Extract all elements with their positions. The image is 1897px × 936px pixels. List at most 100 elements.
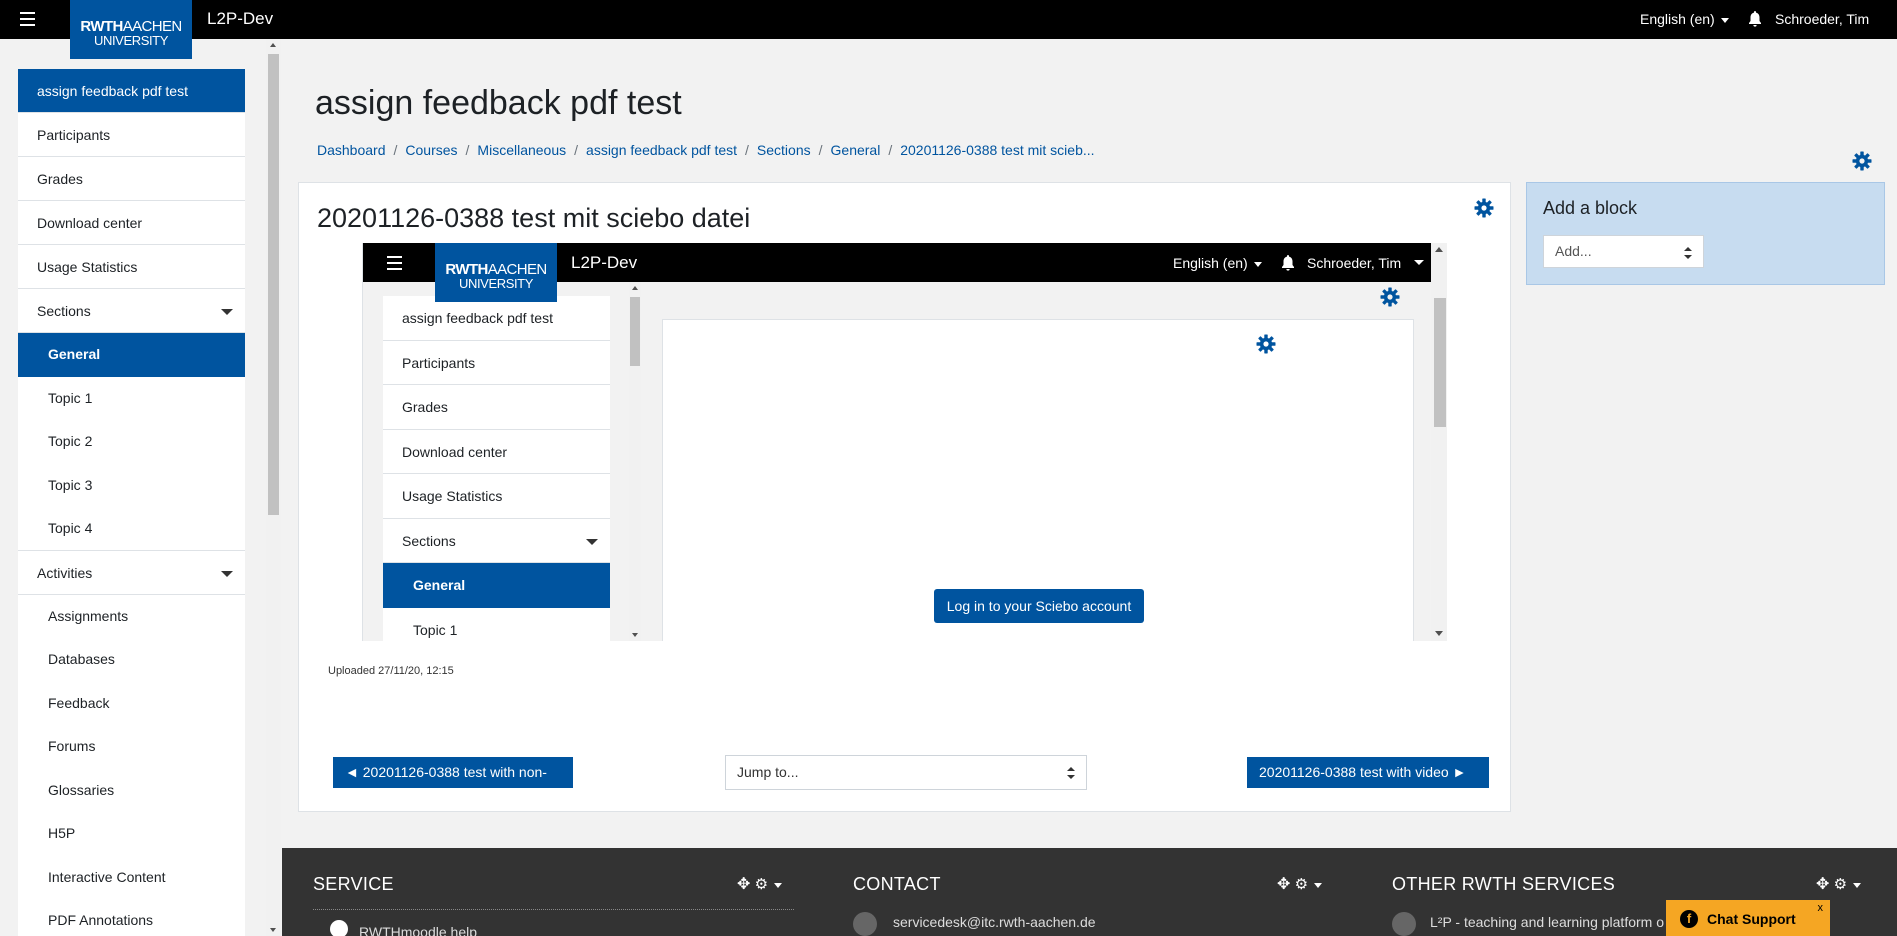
embed-language-menu[interactable]: English (en) bbox=[1173, 255, 1262, 271]
embed-drawer-sections-toggle[interactable]: Sections bbox=[383, 518, 610, 563]
move-icon[interactable]: ✥ bbox=[1277, 876, 1290, 893]
chevron-down-icon[interactable] bbox=[1853, 882, 1862, 888]
embed-drawer-section-topic-1[interactable]: Topic 1 bbox=[383, 607, 610, 641]
close-icon[interactable]: x bbox=[1818, 902, 1824, 914]
resource-card: 20201126-0388 test mit sciebo datei L2P-… bbox=[298, 182, 1511, 812]
embed-drawer-grades[interactable]: Grades bbox=[383, 385, 610, 430]
gear-icon[interactable] bbox=[1474, 198, 1494, 218]
embed-drawer-usage-statistics[interactable]: Usage Statistics bbox=[383, 474, 610, 519]
chevron-down-icon bbox=[1720, 17, 1729, 23]
breadcrumb-sections[interactable]: Sections bbox=[757, 142, 811, 158]
drawer-activity-assignments[interactable]: Assignments bbox=[18, 594, 245, 638]
upload-timestamp: Uploaded 27/11/20, 12:15 bbox=[328, 665, 454, 677]
add-block-title: Add a block bbox=[1543, 198, 1638, 218]
footer-help-link[interactable]: RWTHmoodle help bbox=[359, 924, 477, 936]
menu-icon[interactable] bbox=[387, 256, 402, 270]
drawer-activity-interactive-content[interactable]: Interactive Content bbox=[18, 855, 245, 899]
scroll-down-arrow-icon[interactable] bbox=[632, 633, 638, 637]
footer-contact-title: CONTACT bbox=[853, 874, 941, 894]
nav-drawer: assign feedback pdf test Participants Gr… bbox=[0, 39, 282, 936]
drawer-item-grades[interactable]: Grades bbox=[18, 157, 245, 201]
move-icon[interactable]: ✥ bbox=[737, 876, 750, 893]
triangle-down-icon bbox=[221, 309, 233, 315]
chevron-down-icon[interactable] bbox=[1314, 882, 1323, 888]
drawer-section-topic-4[interactable]: Topic 4 bbox=[18, 507, 245, 551]
footer-other-title: OTHER RWTH SERVICES bbox=[1392, 874, 1616, 894]
facebook-icon: f bbox=[1680, 910, 1698, 928]
drawer-section-topic-1[interactable]: Topic 1 bbox=[18, 376, 245, 420]
drawer-activity-glossaries[interactable]: Glossaries bbox=[18, 768, 245, 812]
breadcrumb-dashboard[interactable]: Dashboard bbox=[317, 142, 386, 158]
gear-icon[interactable] bbox=[1380, 287, 1400, 307]
site-name[interactable]: L2P-Dev bbox=[207, 9, 273, 29]
breadcrumb-courses[interactable]: Courses bbox=[405, 142, 457, 158]
drawer-activity-h5p[interactable]: H5P bbox=[18, 812, 245, 856]
drawer-section-topic-2[interactable]: Topic 2 bbox=[18, 420, 245, 464]
gear-icon[interactable] bbox=[1852, 151, 1872, 171]
chat-support-widget[interactable]: f Chat Support x bbox=[1666, 900, 1830, 936]
gear-icon[interactable]: ⚙ bbox=[1295, 876, 1308, 893]
embed-drawer-list: assign feedback pdf test Participants Gr… bbox=[383, 296, 610, 641]
gear-icon[interactable]: ⚙ bbox=[755, 876, 768, 893]
drawer-item-usage-statistics[interactable]: Usage Statistics bbox=[18, 245, 245, 289]
breadcrumb-course[interactable]: assign feedback pdf test bbox=[586, 142, 737, 158]
scrollbar-thumb[interactable] bbox=[1434, 298, 1446, 427]
scrollbar-thumb[interactable] bbox=[630, 297, 640, 366]
chevron-down-icon[interactable] bbox=[774, 882, 783, 888]
rwth-logo[interactable]: RWTHAACHEN UNIVERSITY bbox=[435, 243, 557, 302]
drawer-scrollbar[interactable] bbox=[266, 39, 281, 936]
resource-title: 20201126-0388 test mit sciebo datei bbox=[317, 203, 751, 233]
footer-block-tools[interactable]: ✥ ⚙ bbox=[1277, 874, 1323, 894]
footer-contact-email[interactable]: servicedesk@itc.rwth-aachen.de bbox=[893, 914, 1096, 930]
drawer-list: assign feedback pdf test Participants Gr… bbox=[18, 69, 245, 936]
drawer-activity-databases[interactable]: Databases bbox=[18, 638, 245, 682]
drawer-item-participants[interactable]: Participants bbox=[18, 113, 245, 157]
scroll-down-arrow-icon[interactable] bbox=[270, 928, 276, 932]
scroll-up-arrow-icon[interactable] bbox=[270, 43, 276, 47]
embed-user-menu[interactable]: Schroeder, Tim bbox=[1307, 255, 1401, 271]
footer-block-tools[interactable]: ✥ ⚙ bbox=[737, 874, 783, 894]
add-block-select[interactable]: Add... bbox=[1543, 235, 1704, 268]
drawer-item-download-center[interactable]: Download center bbox=[18, 201, 245, 245]
embed-drawer-section-general[interactable]: General bbox=[383, 563, 610, 608]
previous-activity-button[interactable]: ◄ 20201126-0388 test with non-pdf bbox=[333, 757, 573, 811]
language-menu[interactable]: English (en) bbox=[1640, 11, 1729, 27]
drawer-section-topic-3[interactable]: Topic 3 bbox=[18, 463, 245, 507]
drawer-activity-forums[interactable]: Forums bbox=[18, 725, 245, 769]
footer-block-tools[interactable]: ✥ ⚙ bbox=[1816, 874, 1862, 894]
jump-to-select[interactable]: Jump to... bbox=[725, 755, 1087, 790]
scroll-up-arrow-icon[interactable] bbox=[1435, 247, 1443, 252]
footer-l2p-link[interactable]: L²P - teaching and learning platform o bbox=[1430, 914, 1664, 930]
embed-site-name[interactable]: L2P-Dev bbox=[571, 253, 637, 273]
embed-drawer-download-center[interactable]: Download center bbox=[383, 429, 610, 474]
bell-icon[interactable] bbox=[1748, 11, 1762, 27]
sciebo-login-button[interactable]: Log in to your Sciebo account bbox=[934, 589, 1144, 623]
gear-icon[interactable] bbox=[1256, 334, 1276, 354]
rwth-logo[interactable]: RWTHAACHEN UNIVERSITY bbox=[70, 0, 192, 59]
chevron-down-icon[interactable] bbox=[1414, 260, 1424, 265]
embed-scrollbar[interactable] bbox=[1431, 243, 1447, 641]
drawer-activity-pdf-annotations[interactable]: PDF Annotations bbox=[18, 899, 245, 936]
gear-icon[interactable]: ⚙ bbox=[1834, 876, 1847, 893]
breadcrumb-miscellaneous[interactable]: Miscellaneous bbox=[477, 142, 566, 158]
drawer-course[interactable]: assign feedback pdf test bbox=[18, 69, 245, 113]
arrow-circle-icon bbox=[330, 920, 348, 936]
embed-drawer-participants[interactable]: Participants bbox=[383, 340, 610, 385]
scroll-down-arrow-icon[interactable] bbox=[1435, 631, 1443, 636]
drawer-activity-feedback[interactable]: Feedback bbox=[18, 681, 245, 725]
scroll-up-arrow-icon[interactable] bbox=[632, 286, 638, 290]
embed-drawer-scrollbar[interactable] bbox=[629, 282, 641, 641]
embedded-frame[interactable]: L2P-Dev English (en) Schroeder, Tim RWTH… bbox=[362, 243, 1447, 641]
breadcrumb-general[interactable]: General bbox=[831, 142, 881, 158]
next-activity-button[interactable]: 20201126-0388 test with video ► bbox=[1247, 757, 1489, 788]
drawer-section-general[interactable]: General bbox=[18, 333, 245, 377]
breadcrumb-current[interactable]: 20201126-0388 test mit scieb... bbox=[900, 142, 1094, 158]
drawer-sections-toggle[interactable]: Sections bbox=[18, 289, 245, 333]
menu-icon[interactable] bbox=[20, 12, 35, 26]
bell-icon[interactable] bbox=[1281, 255, 1295, 271]
move-icon[interactable]: ✥ bbox=[1816, 876, 1829, 893]
scrollbar-thumb[interactable] bbox=[268, 54, 279, 515]
user-menu[interactable]: Schroeder, Tim bbox=[1775, 11, 1869, 27]
drawer-activities-toggle[interactable]: Activities bbox=[18, 550, 245, 595]
embed-drawer-course[interactable]: assign feedback pdf test bbox=[383, 296, 610, 341]
